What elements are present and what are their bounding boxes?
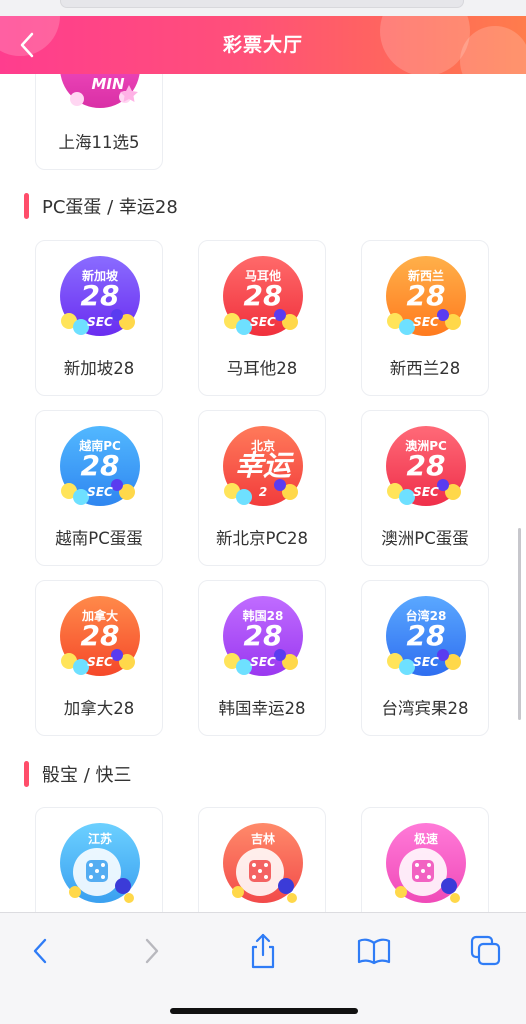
section-title: PC蛋蛋 / 幸运28 xyxy=(42,197,178,218)
url-bar-edge[interactable] xyxy=(60,0,464,8)
logo-region-label: 江苏 xyxy=(87,832,112,846)
browser-share-button[interactable] xyxy=(239,931,287,971)
logo-sec-badge: 2 xyxy=(258,485,268,499)
home-indicator xyxy=(170,1008,358,1014)
section-accent-bar xyxy=(24,193,29,219)
section-header-pc28: PC蛋蛋 / 幸运28 xyxy=(24,192,178,220)
game-card[interactable]: 台湾28 28 SEC 台湾宾果28 xyxy=(361,580,489,736)
section-title: 骰宝 / 快三 xyxy=(42,765,132,786)
tabs-icon xyxy=(470,935,501,966)
logo-number: 28 xyxy=(80,279,120,312)
logo-region-label: 极速 xyxy=(413,832,438,846)
logo-sec-badge: SEC xyxy=(250,315,276,329)
game-name: 新西兰28 xyxy=(389,359,461,378)
section-header-k3: 骰宝 / 快三 xyxy=(24,760,132,788)
page-title: 彩票大厅 xyxy=(222,34,303,56)
logo-number: 28 xyxy=(406,449,446,482)
logo-number: 28 xyxy=(243,619,283,652)
browser-tabs-button[interactable] xyxy=(462,931,510,971)
game-name: 澳洲PC蛋蛋 xyxy=(381,529,469,548)
logo-sec-badge: SEC xyxy=(250,655,276,669)
min-badge: MIN xyxy=(91,75,125,93)
logo-sec-badge: SEC xyxy=(413,485,439,499)
game-card[interactable]: 新加坡 28 SEC 新加坡28 xyxy=(35,240,163,396)
share-icon xyxy=(251,933,275,969)
game-name: 越南PC蛋蛋 xyxy=(55,529,143,548)
logo-number: 28 xyxy=(80,619,120,652)
browser-back-button[interactable] xyxy=(16,931,64,971)
browser-url-strip xyxy=(0,0,526,16)
game-name: 新北京PC28 xyxy=(216,529,308,548)
chevron-left-icon xyxy=(33,938,47,964)
logo-number: 28 xyxy=(80,449,120,482)
logo-number: 28 xyxy=(406,279,446,312)
game-card[interactable]: 加拿大 28 SEC 加拿大28 xyxy=(35,580,163,736)
lottery-list[interactable]: MIN 上海11选5 PC蛋蛋 / 幸运28 新加坡 28 SEC 新加坡28 马耳他 2… xyxy=(0,74,526,912)
game-name: 上海11选5 xyxy=(58,133,140,152)
logo-region-label: 吉林 xyxy=(250,832,275,846)
logo-sec-badge: SEC xyxy=(413,315,439,329)
logo-number: 幸运 xyxy=(234,449,291,482)
game-card[interactable]: 吉林吉林快三 xyxy=(198,807,326,912)
logo-number: 28 xyxy=(243,279,283,312)
browser-forward-button[interactable] xyxy=(128,931,176,971)
game-card[interactable]: 澳洲PC 28 SEC 澳洲PC蛋蛋 xyxy=(361,410,489,566)
logo-sec-badge: SEC xyxy=(413,655,439,669)
game-name: 加拿大28 xyxy=(63,699,135,718)
game-name: 新加坡28 xyxy=(63,359,135,378)
game-card[interactable]: 韩国28 28 SEC 韩国幸运28 xyxy=(198,580,326,736)
scroll-indicator xyxy=(518,528,521,720)
game-card[interactable]: 北京 幸运 2 新北京PC28 xyxy=(198,410,326,566)
logo-number: 28 xyxy=(406,619,446,652)
game-card[interactable]: 越南PC 28 SEC 越南PC蛋蛋 xyxy=(35,410,163,566)
game-card[interactable]: 新西兰 28 SEC 新西兰28 xyxy=(361,240,489,396)
app-header: 彩票大厅 xyxy=(0,16,526,74)
section-accent-bar xyxy=(24,761,29,787)
chevron-right-icon xyxy=(145,938,159,964)
game-name: 韩国幸运28 xyxy=(218,699,306,718)
browser-bookmarks-button[interactable] xyxy=(350,931,398,971)
logo-sec-badge: SEC xyxy=(87,315,113,329)
game-name: 马耳他28 xyxy=(226,359,298,378)
game-name: 台湾宾果28 xyxy=(381,699,469,718)
game-card[interactable]: 江苏江苏快三 xyxy=(35,807,163,912)
game-card[interactable]: 马耳他 28 SEC 马耳他28 xyxy=(198,240,326,396)
book-icon xyxy=(357,938,391,965)
game-card[interactable]: 极速极速快三 xyxy=(361,807,489,912)
game-card-shanghai[interactable]: MIN 上海11选5 xyxy=(35,74,163,170)
logo-sec-badge: SEC xyxy=(87,655,113,669)
logo-sec-badge: SEC xyxy=(87,485,113,499)
